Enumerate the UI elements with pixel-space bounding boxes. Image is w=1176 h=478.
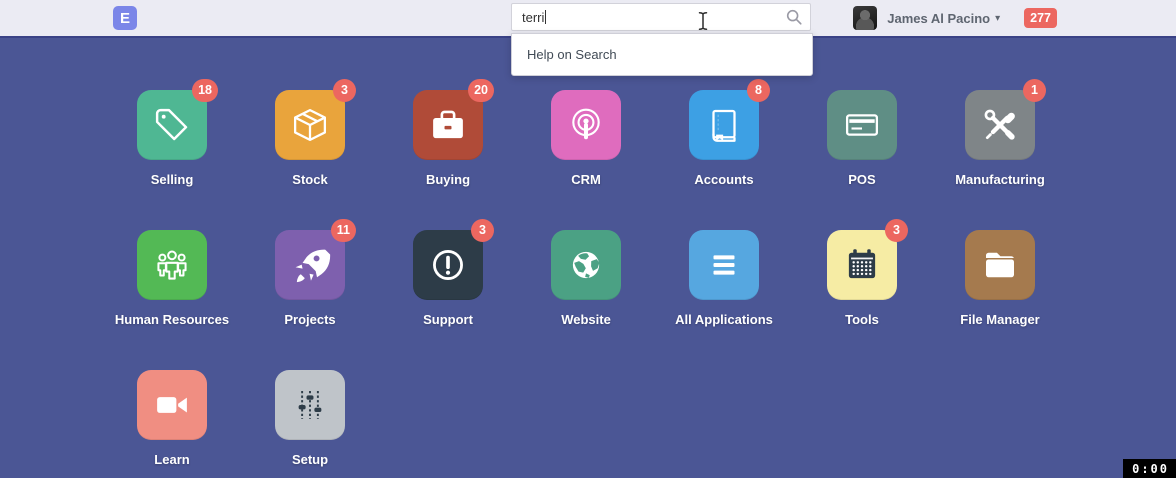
sliders-icon xyxy=(289,384,331,426)
module-count-badge: 3 xyxy=(333,79,356,102)
app-logo[interactable]: E xyxy=(113,6,137,30)
module-label: Human Resources xyxy=(115,312,229,327)
module-tile-stock[interactable]: 3 Stock xyxy=(241,90,379,230)
module-label: POS xyxy=(848,172,875,187)
module-label: Accounts xyxy=(694,172,753,187)
global-search-input[interactable]: terri xyxy=(511,3,811,31)
user-name: James Al Pacino xyxy=(887,11,990,26)
module-count-badge: 3 xyxy=(471,219,494,242)
module-label: Tools xyxy=(845,312,879,327)
search-suggestions-dropdown: Help on Search xyxy=(511,33,813,76)
module-tile-projects[interactable]: 11 Projects xyxy=(241,230,379,370)
module-count-badge: 8 xyxy=(747,79,770,102)
module-grid: 18 Selling 3 Stock 20 Buying CRM 8 Accou… xyxy=(103,90,1176,478)
module-count-badge: 18 xyxy=(192,79,218,102)
ledger-book-icon xyxy=(703,104,745,146)
text-caret xyxy=(545,10,546,24)
module-label: Setup xyxy=(292,452,328,467)
module-tile-crm[interactable]: CRM xyxy=(517,90,655,230)
desk-area: 18 Selling 3 Stock 20 Buying CRM 8 Accou… xyxy=(0,38,1176,478)
module-label: CRM xyxy=(571,172,601,187)
search-icon[interactable] xyxy=(785,8,803,26)
rocket-icon xyxy=(289,244,331,286)
people-group-icon xyxy=(151,244,193,286)
module-count-badge: 11 xyxy=(331,219,356,242)
module-label: Learn xyxy=(154,452,189,467)
module-label: File Manager xyxy=(960,312,1039,327)
module-tile-selling[interactable]: 18 Selling xyxy=(103,90,241,230)
module-tile-setup[interactable]: Setup xyxy=(241,370,379,478)
module-tile-file-manager[interactable]: File Manager xyxy=(931,230,1069,370)
video-camera-icon xyxy=(151,384,193,426)
erpnext-desk: E terri James Al Pacino ▾ 277 Help on Se… xyxy=(0,0,1176,478)
module-label: Buying xyxy=(426,172,470,187)
notification-count-badge[interactable]: 277 xyxy=(1024,8,1057,28)
broadcast-person-icon xyxy=(565,104,607,146)
module-tile-learn[interactable]: Learn xyxy=(103,370,241,478)
module-label: Projects xyxy=(284,312,335,327)
user-menu[interactable]: James Al Pacino ▾ xyxy=(887,11,1000,26)
tools-crossed-icon xyxy=(979,104,1021,146)
module-tile-buying[interactable]: 20 Buying xyxy=(379,90,517,230)
calendar-icon xyxy=(841,244,883,286)
tag-icon xyxy=(151,104,193,146)
module-count-badge: 3 xyxy=(885,219,908,242)
chevron-down-icon: ▾ xyxy=(995,13,1000,24)
module-tile-website[interactable]: Website xyxy=(517,230,655,370)
module-tile-all-applications[interactable]: All Applications xyxy=(655,230,793,370)
module-tile-support[interactable]: 3 Support xyxy=(379,230,517,370)
recording-timer-overlay: 0:00 xyxy=(1123,459,1176,478)
briefcase-icon xyxy=(427,104,469,146)
app-logo-letter: E xyxy=(120,10,130,27)
module-count-badge: 1 xyxy=(1023,79,1046,102)
module-label: Support xyxy=(423,312,473,327)
module-tile-pos[interactable]: POS xyxy=(793,90,931,230)
menu-bars-icon xyxy=(703,244,745,286)
search-suggestion-help-on-search[interactable]: Help on Search xyxy=(512,34,812,75)
credit-card-icon xyxy=(841,104,883,146)
globe-icon xyxy=(565,244,607,286)
module-tile-manufacturing[interactable]: 1 Manufacturing xyxy=(931,90,1069,230)
module-label: All Applications xyxy=(675,312,773,327)
module-label: Website xyxy=(561,312,611,327)
user-avatar[interactable] xyxy=(853,6,877,30)
alert-circle-icon xyxy=(427,244,469,286)
folder-icon xyxy=(979,244,1021,286)
module-label: Selling xyxy=(151,172,194,187)
search-input-value: terri xyxy=(522,10,544,25)
module-tile-accounts[interactable]: 8 Accounts xyxy=(655,90,793,230)
box-icon xyxy=(289,104,331,146)
navbar-right: James Al Pacino ▾ 277 xyxy=(853,0,1057,36)
module-label: Manufacturing xyxy=(955,172,1045,187)
module-count-badge: 20 xyxy=(468,79,494,102)
module-tile-tools[interactable]: 3 Tools xyxy=(793,230,931,370)
module-label: Stock xyxy=(292,172,327,187)
module-tile-human-resources[interactable]: Human Resources xyxy=(103,230,241,370)
